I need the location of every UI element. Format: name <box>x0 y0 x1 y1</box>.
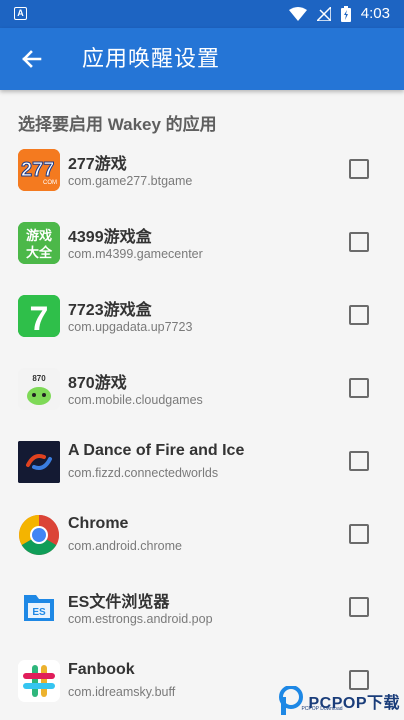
section-header: 选择要启用 Wakey 的应用 <box>18 115 217 134</box>
app-bar: 应用唤醒设置 <box>0 28 404 90</box>
app-notification-icon: A <box>14 7 27 20</box>
battery-icon <box>340 6 351 22</box>
app-name: 277游戏 <box>68 156 127 173</box>
app-adofai-icon <box>18 441 60 483</box>
app-name: A Dance of Fire and Ice <box>68 442 245 459</box>
list-item[interactable]: 7 7723游戏盒 com.upgadata.up7723 <box>0 280 404 353</box>
page-title: 应用唤醒设置 <box>82 46 221 71</box>
app-package: com.game277.btgame <box>68 174 193 188</box>
app-name: 4399游戏盒 <box>68 229 152 246</box>
icon-es-text: ES <box>32 607 46 618</box>
app-package: com.estrongs.android.pop <box>68 612 213 626</box>
enable-checkbox[interactable] <box>349 451 369 471</box>
enable-checkbox[interactable] <box>349 305 369 325</box>
status-bar: A 4:03 <box>0 0 404 28</box>
app-277-icon: 277 COM <box>18 149 60 191</box>
enable-checkbox[interactable] <box>349 232 369 252</box>
arrow-left-icon <box>22 50 42 68</box>
icon-277-text: 277 <box>21 159 54 181</box>
app-name: Chrome <box>68 515 129 532</box>
icon-870-text: 870 <box>32 374 46 383</box>
app-name: Fanbook <box>68 661 135 678</box>
list-item[interactable]: Chrome com.android.chrome <box>0 499 404 572</box>
list-item[interactable]: ES ES文件浏览器 com.estrongs.android.pop <box>0 572 404 645</box>
watermark-sub: PCPOP Download <box>301 706 343 712</box>
status-time: 4:03 <box>360 5 390 22</box>
app-name: 7723游戏盒 <box>68 302 152 319</box>
app-4399-icon: 游戏 大全 <box>18 222 60 264</box>
status-icons: 4:03 <box>288 4 390 24</box>
list-item[interactable]: A Dance of Fire and Ice com.fizzd.connec… <box>0 426 404 499</box>
app-package: com.fizzd.connectedworlds <box>68 466 219 480</box>
enable-checkbox[interactable] <box>349 378 369 398</box>
fanbook-icon <box>18 660 60 702</box>
app-package: com.idreamsky.buff <box>68 685 176 699</box>
enable-checkbox[interactable] <box>349 597 369 617</box>
icon-277-sub: COM <box>43 180 57 186</box>
icon-7723-text: 7 <box>30 300 49 337</box>
app-name: 870游戏 <box>68 375 127 392</box>
chrome-icon <box>18 514 60 556</box>
app-870-icon: 870 <box>18 368 60 410</box>
app-package: com.android.chrome <box>68 539 182 553</box>
app-name: ES文件浏览器 <box>68 594 170 611</box>
icon-4399-top: 游戏 <box>26 228 52 244</box>
watermark: PCPOP下载 PCPOP Download <box>279 686 400 716</box>
wifi-icon <box>288 7 307 21</box>
list-item[interactable]: 游戏 大全 4399游戏盒 com.m4399.gamecenter <box>0 207 404 280</box>
enable-checkbox[interactable] <box>349 524 369 544</box>
app-package: com.upgadata.up7723 <box>68 320 193 334</box>
signal-icon <box>316 7 331 21</box>
app-package: com.m4399.gamecenter <box>68 247 203 261</box>
app-package: com.mobile.cloudgames <box>68 393 203 407</box>
es-file-explorer-icon: ES <box>18 587 60 629</box>
list-item[interactable]: 277 COM 277游戏 com.game277.btgame <box>0 134 404 207</box>
app-list: 277 COM 277游戏 com.game277.btgame 游戏 大全 4… <box>0 134 404 718</box>
icon-4399-bottom: 大全 <box>26 245 53 261</box>
app-7723-icon: 7 <box>18 295 60 337</box>
back-button[interactable] <box>14 41 50 77</box>
list-item[interactable]: 870 870游戏 com.mobile.cloudgames <box>0 353 404 426</box>
enable-checkbox[interactable] <box>349 159 369 179</box>
